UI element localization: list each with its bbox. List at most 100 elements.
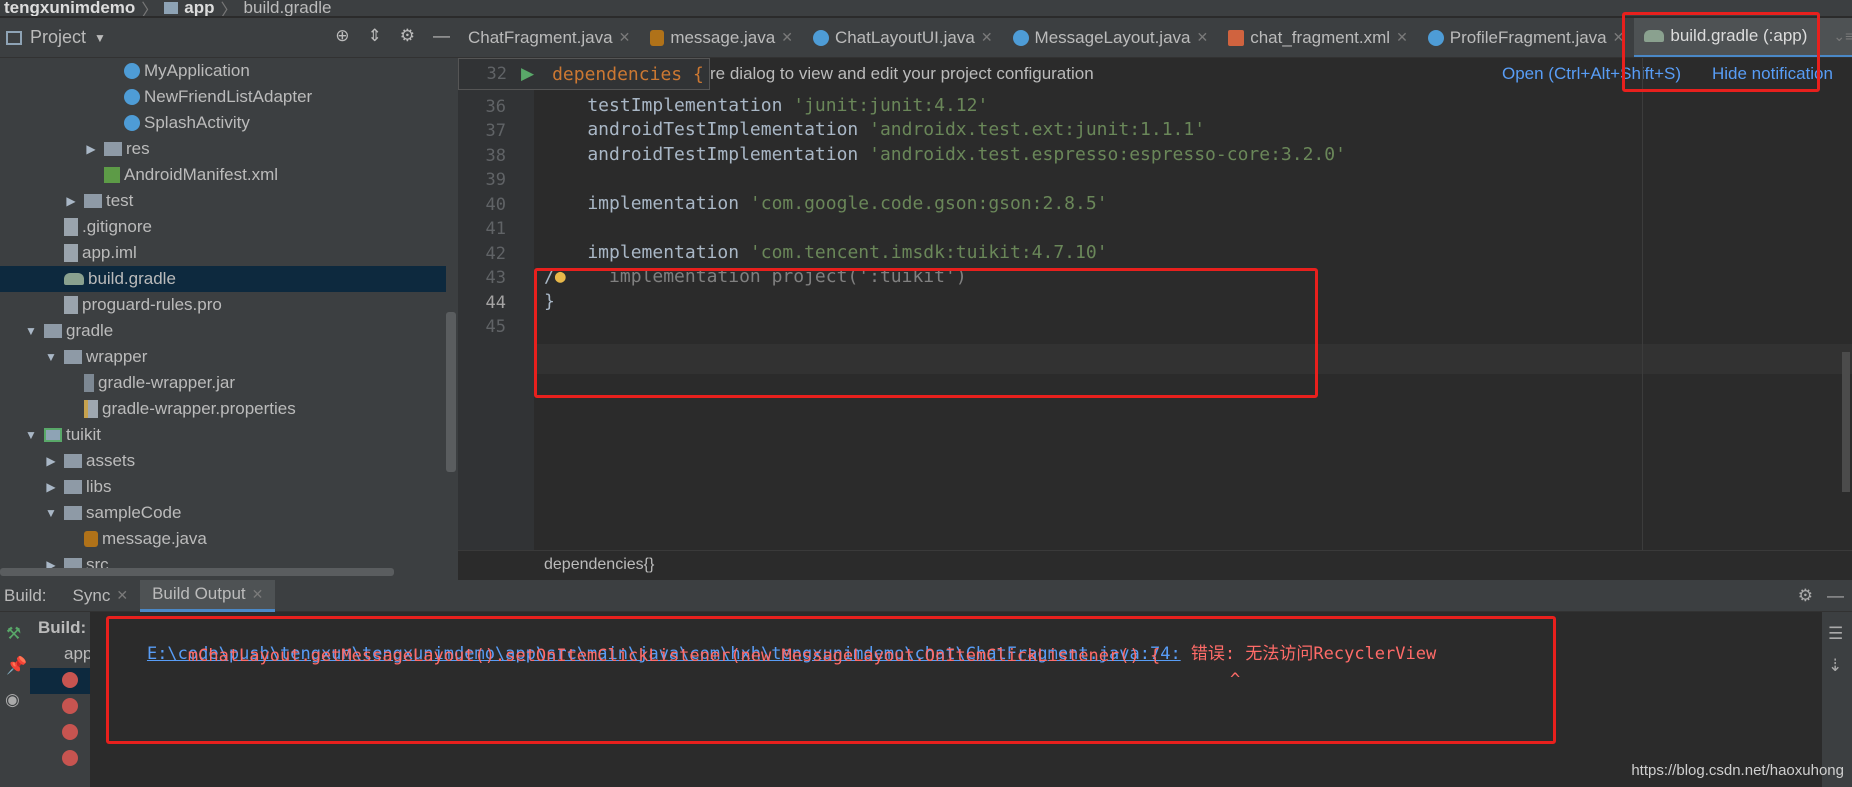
tree-item-label: libs bbox=[86, 477, 112, 496]
line-number: 39 bbox=[485, 170, 506, 190]
close-icon[interactable]: ✕ bbox=[1613, 29, 1625, 46]
java-icon bbox=[650, 29, 665, 46]
tree-item[interactable]: proguard-rules.pro bbox=[0, 292, 446, 318]
hammer-icon[interactable]: ⚒ bbox=[6, 624, 21, 644]
hide-notification-link[interactable]: Hide notification bbox=[1712, 64, 1833, 84]
tree-item-label: .gitignore bbox=[82, 217, 152, 236]
close-icon[interactable]: ✕ bbox=[981, 29, 993, 46]
close-icon[interactable]: ✕ bbox=[1396, 29, 1408, 46]
close-icon[interactable]: ✕ bbox=[781, 29, 793, 46]
chevron-down-icon[interactable]: ▼ bbox=[94, 31, 106, 45]
output-line-2: mChatLayout.getMessageLayout().setOnItem… bbox=[106, 646, 1161, 666]
scroll-to-end-icon[interactable]: ⇣ bbox=[1828, 656, 1842, 676]
gear-icon[interactable]: ⚙ bbox=[1798, 586, 1813, 606]
error-message: 错误: 无法访问RecyclerView bbox=[1180, 644, 1437, 664]
tree-item[interactable]: SplashActivity bbox=[0, 110, 446, 136]
tab-build-output[interactable]: Build Output ✕ bbox=[140, 579, 276, 612]
tree-item[interactable]: ▼ wrapper bbox=[0, 344, 446, 370]
code-area[interactable]: implementation 'androidx.appcompat:appco… bbox=[534, 58, 1852, 550]
tree-item-label: message.java bbox=[102, 529, 207, 548]
code-line: implementation 'com.google.code.gson:gso… bbox=[544, 189, 1107, 218]
error-icon bbox=[62, 724, 78, 740]
tree-item[interactable]: .gitignore bbox=[0, 214, 446, 240]
editor-scrollbar[interactable] bbox=[1842, 352, 1850, 492]
minimize-icon[interactable]: — bbox=[433, 26, 450, 46]
project-view-selector[interactable]: Project bbox=[30, 27, 86, 48]
tree-item[interactable]: ▶ test bbox=[0, 188, 446, 214]
sticky-scope-header: 32 ▶ dependencies { bbox=[458, 58, 710, 90]
gear-icon[interactable]: ⚙ bbox=[400, 26, 415, 46]
editor-tab[interactable]: ChatLayoutUI.java ✕ bbox=[803, 18, 1003, 57]
error-row[interactable] bbox=[30, 668, 90, 694]
chevron-down-icon[interactable]: ▼ bbox=[24, 324, 38, 338]
editor-tab-label: ChatFragment.java bbox=[468, 27, 613, 47]
tree-item[interactable]: build.gradle bbox=[0, 266, 446, 292]
close-icon[interactable]: ✕ bbox=[116, 587, 128, 604]
minimize-icon[interactable]: — bbox=[1827, 586, 1844, 606]
code-string: 'androidx.test.espresso:espresso-core:3.… bbox=[869, 143, 1346, 165]
editor-tab[interactable]: chat_fragment.xml ✕ bbox=[1218, 18, 1418, 57]
open-project-structure-link[interactable]: Open (Ctrl+Alt+Shift+S) bbox=[1502, 64, 1681, 84]
tree-item[interactable]: AndroidManifest.xml bbox=[0, 162, 446, 188]
soft-wrap-icon[interactable]: ☰ bbox=[1828, 624, 1843, 644]
navigation-breadcrumb: tengxunimdemo 〉 app 〉 build.gradle bbox=[0, 0, 1852, 16]
error-icon bbox=[62, 750, 78, 766]
breadcrumb-file[interactable]: build.gradle bbox=[244, 0, 332, 16]
locate-icon[interactable]: ⊕ bbox=[335, 26, 349, 46]
gradle-icon bbox=[1644, 30, 1665, 42]
breadcrumb-module[interactable]: app bbox=[184, 0, 214, 16]
editor-tab[interactable]: ChatFragment.java ✕ bbox=[458, 18, 640, 57]
tree-item[interactable]: ▶ libs bbox=[0, 474, 446, 500]
line-number: 37 bbox=[485, 121, 506, 141]
chevron-right-icon[interactable]: ▶ bbox=[64, 194, 78, 208]
chevron-right-icon[interactable]: ▶ bbox=[84, 142, 98, 156]
tree-item[interactable]: MyApplication bbox=[0, 58, 446, 84]
editor-tab[interactable]: ProfileFragment.java ✕ bbox=[1418, 18, 1635, 57]
tree-item[interactable]: NewFriendListAdapter bbox=[0, 84, 446, 110]
editor-tab[interactable]: message.java ✕ bbox=[640, 18, 803, 57]
chevron-right-icon[interactable]: ▶ bbox=[44, 480, 58, 494]
tree-item[interactable]: ▼ sampleCode bbox=[0, 500, 446, 526]
tree-item-label: res bbox=[126, 139, 150, 158]
tree-horizontal-scrollbar[interactable] bbox=[0, 568, 394, 576]
close-icon[interactable]: ✕ bbox=[619, 29, 631, 46]
code-breadcrumb[interactable]: dependencies{} bbox=[458, 550, 1852, 580]
sticky-line-number: 32 bbox=[486, 64, 507, 84]
collapse-all-icon[interactable]: ⇕ bbox=[368, 26, 382, 46]
breadcrumb-project[interactable]: tengxunimdemo bbox=[4, 0, 135, 16]
tree-item-label: wrapper bbox=[86, 347, 148, 366]
chevron-down-icon[interactable]: ▼ bbox=[44, 350, 58, 364]
close-icon[interactable]: ✕ bbox=[1196, 29, 1208, 46]
editor-tab[interactable]: build.gradle (:app) ⌄≡ bbox=[1634, 18, 1852, 57]
tree-item[interactable]: gradle-wrapper.jar bbox=[0, 370, 446, 396]
lightbulb-icon[interactable]: ● bbox=[555, 266, 566, 287]
folder-icon bbox=[164, 2, 179, 14]
build-tree-root[interactable]: Build: bbox=[38, 618, 86, 638]
line-number: 41 bbox=[485, 219, 506, 239]
tree-item[interactable]: gradle-wrapper.properties bbox=[0, 396, 446, 422]
output-line-3: ^ bbox=[1230, 670, 1241, 690]
close-icon[interactable]: ✕ bbox=[252, 586, 264, 603]
tab-list-icon[interactable]: ⌄≡ bbox=[1833, 28, 1852, 45]
tree-item[interactable]: ▼ tuikit bbox=[0, 422, 446, 448]
run-gutter-icon[interactable]: ▶ bbox=[521, 64, 534, 84]
build-output-console[interactable]: E:\code\push\tengxun\tengxunimdemo\app\s… bbox=[90, 612, 1822, 787]
pin-icon[interactable]: 📌 bbox=[6, 656, 27, 676]
chevron-down-icon[interactable]: ▼ bbox=[24, 428, 38, 442]
tree-scrollbar[interactable] bbox=[446, 312, 456, 472]
tree-item[interactable]: ▶ res bbox=[0, 136, 446, 162]
tree-item[interactable]: ▼ gradle bbox=[0, 318, 446, 344]
build-tree-app[interactable]: app bbox=[64, 644, 90, 664]
editor-tab[interactable]: MessageLayout.java ✕ bbox=[1003, 18, 1219, 57]
tree-item[interactable]: app.iml bbox=[0, 240, 446, 266]
folder-icon bbox=[64, 454, 82, 468]
eye-icon[interactable]: ◉ bbox=[5, 690, 20, 710]
chevron-down-icon[interactable]: ▼ bbox=[44, 506, 58, 520]
chevron-right-icon[interactable]: ▶ bbox=[44, 454, 58, 468]
tree-item[interactable]: ▶ assets bbox=[0, 448, 446, 474]
folder-icon bbox=[104, 142, 122, 156]
class-icon bbox=[1427, 29, 1444, 46]
tab-sync[interactable]: Sync ✕ bbox=[61, 580, 141, 612]
tree-item-label: AndroidManifest.xml bbox=[124, 165, 279, 184]
tree-item[interactable]: message.java bbox=[0, 526, 446, 552]
